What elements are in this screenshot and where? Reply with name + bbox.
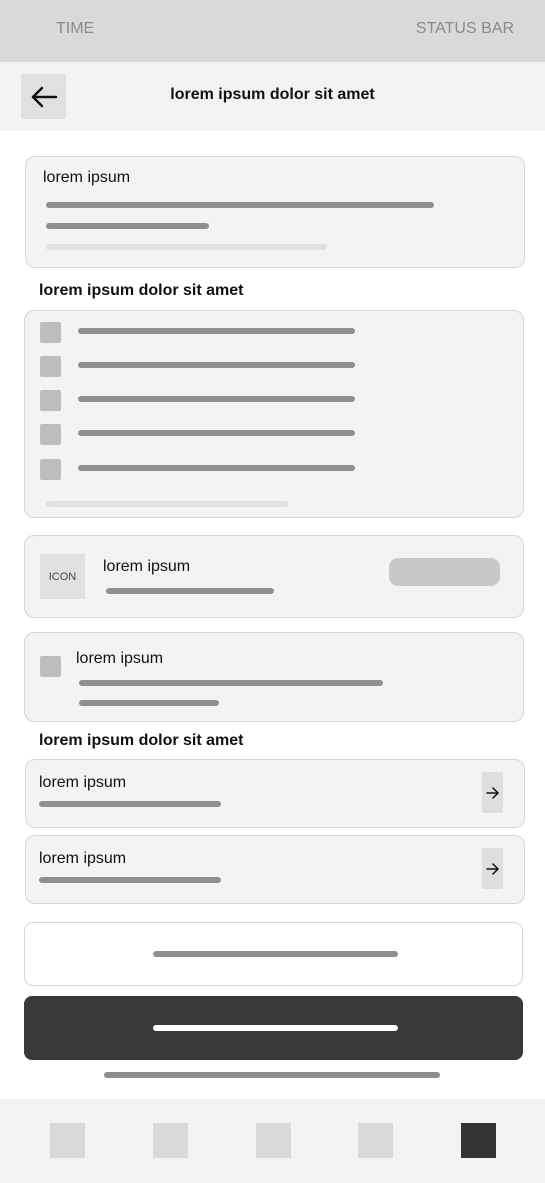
list-item-title: lorem ipsum xyxy=(39,850,127,867)
list-item[interactable]: lorem ipsum xyxy=(25,835,525,904)
status-label: STATUS BAR xyxy=(415,20,514,37)
helper-text-placeholder xyxy=(104,1072,440,1078)
checklist-card xyxy=(24,310,524,518)
primary-button[interactable] xyxy=(24,996,523,1060)
tab-3[interactable] xyxy=(256,1123,291,1158)
text-placeholder-line xyxy=(46,202,434,208)
placeholder-icon: ICON xyxy=(40,554,85,599)
icon-card-title: lorem ipsum xyxy=(103,558,191,575)
status-bar: TIME STATUS BAR xyxy=(0,0,545,62)
text-placeholder-line xyxy=(78,465,355,471)
text-placeholder-line xyxy=(79,700,219,706)
tab-2[interactable] xyxy=(153,1123,188,1158)
text-placeholder-line xyxy=(106,588,274,594)
text-placeholder-line xyxy=(39,801,221,807)
checkbox[interactable] xyxy=(40,459,61,480)
button-label-placeholder xyxy=(153,1025,398,1031)
checkbox[interactable] xyxy=(40,656,61,677)
checkbox[interactable] xyxy=(40,390,61,411)
text-placeholder-line xyxy=(39,877,221,883)
tab-4[interactable] xyxy=(358,1123,393,1158)
checkbox-card-title: lorem ipsum xyxy=(76,650,164,667)
text-placeholder-line xyxy=(79,680,383,686)
section-title: lorem ipsum dolor sit amet xyxy=(39,282,244,299)
app-header: lorem ipsum dolor sit amet xyxy=(0,62,545,131)
text-placeholder-line xyxy=(78,328,355,334)
section-title: lorem ipsum dolor sit amet xyxy=(39,732,244,749)
secondary-button[interactable] xyxy=(24,922,523,986)
action-pill-button[interactable] xyxy=(389,558,500,586)
list-item-title: lorem ipsum xyxy=(39,774,127,791)
summary-card[interactable]: lorem ipsum xyxy=(25,156,525,268)
tab-5[interactable] xyxy=(461,1123,496,1158)
checkbox[interactable] xyxy=(40,424,61,445)
list-item[interactable]: lorem ipsum xyxy=(25,759,525,828)
arrow-right-icon xyxy=(485,786,499,799)
button-label-placeholder xyxy=(153,951,398,957)
text-placeholder-line xyxy=(46,501,288,507)
text-placeholder-line xyxy=(78,430,355,436)
checkbox-card[interactable]: lorem ipsum xyxy=(24,632,524,722)
tab-1[interactable] xyxy=(50,1123,85,1158)
text-placeholder-line xyxy=(78,396,355,402)
text-placeholder-line xyxy=(46,223,209,229)
checkbox[interactable] xyxy=(40,356,61,377)
text-placeholder-line xyxy=(78,362,355,368)
bottom-tab-bar xyxy=(0,1099,545,1183)
list-item-arrow-button[interactable] xyxy=(482,848,503,889)
checkbox[interactable] xyxy=(40,322,61,343)
icon-card[interactable]: ICON lorem ipsum xyxy=(24,535,524,618)
page-title: lorem ipsum dolor sit amet xyxy=(170,86,375,103)
arrow-right-icon xyxy=(485,862,499,875)
text-placeholder-line xyxy=(46,244,327,250)
time-label: TIME xyxy=(56,20,95,37)
list-item-arrow-button[interactable] xyxy=(482,772,503,813)
summary-card-title: lorem ipsum xyxy=(43,169,131,186)
